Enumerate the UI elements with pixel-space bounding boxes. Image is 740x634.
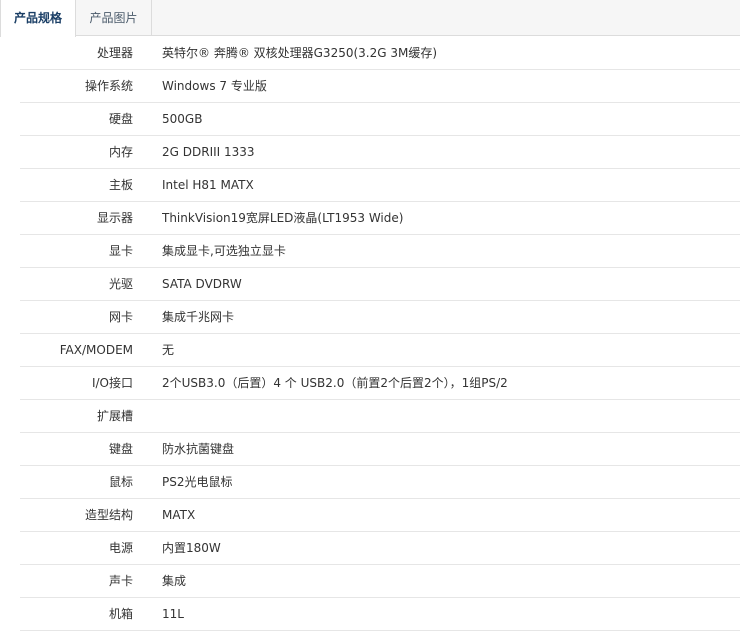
spec-row-optical-drive: 光驱 SATA DVDRW [20,268,740,301]
spec-label: 显卡 [108,244,133,258]
spec-value [162,400,732,432]
spec-value: 英特尔® 奔腾® 双核处理器G3250(3.2G 3M缓存) [162,46,438,60]
spec-label: 网卡 [108,310,133,324]
spec-label: 显示器 [96,211,133,225]
spec-row-keyboard: 键盘 防水抗菌键盘 [20,433,740,466]
spec-table: 处理器 英特尔® 奔腾® 双核处理器G3250(3.2G 3M缓存) 操作系统 … [20,37,740,631]
spec-label: 操作系统 [84,79,133,93]
spec-value: 2G DDRIII 1333 [162,145,255,159]
spec-row-cpu: 处理器 英特尔® 奔腾® 双核处理器G3250(3.2G 3M缓存) [20,37,740,70]
spec-row-graphics: 显卡 集成显卡,可选独立显卡 [20,235,740,268]
spec-row-power-supply: 电源 内置180W [20,532,740,565]
spec-row-display: 显示器 ThinkVision19宽屏LED液晶(LT1953 Wide) [20,202,740,235]
spec-row-io-ports: I/O接口 2个USB3.0（后置）4 个 USB2.0（前置2个后置2个），1… [20,367,740,400]
spec-label: 机箱 [108,607,133,621]
spec-value: 无 [162,343,175,357]
spec-row-expansion-slots: 扩展槽 [20,400,740,433]
spec-value: SATA DVDRW [162,277,242,291]
spec-value: 500GB [162,112,203,126]
spec-row-network: 网卡 集成千兆网卡 [20,301,740,334]
tab-product-specs[interactable]: 产品规格 [0,0,76,37]
spec-value: 集成千兆网卡 [162,310,235,324]
spec-value: 防水抗菌键盘 [162,442,235,456]
spec-label: 键盘 [108,442,133,456]
spec-label: 造型结构 [84,508,133,522]
spec-row-chassis: 机箱 11L [20,598,740,631]
spec-row-motherboard: 主板 Intel H81 MATX [20,169,740,202]
spec-row-mouse: 鼠标 PS2光电鼠标 [20,466,740,499]
spec-label: I/O接口 [91,376,133,390]
spec-label: 硬盘 [108,112,133,126]
tab-product-images[interactable]: 产品图片 [76,0,152,36]
spec-label: 电源 [108,541,133,555]
spec-value: Windows 7 专业版 [162,79,267,93]
spec-value: 内置180W [162,541,221,555]
spec-row-sound-card: 声卡 集成 [20,565,740,598]
spec-label: 声卡 [108,574,133,588]
spec-label: 内存 [108,145,133,159]
spec-value: 集成显卡,可选独立显卡 [162,244,286,258]
spec-value: 2个USB3.0（后置）4 个 USB2.0（前置2个后置2个），1组PS/2 [162,376,508,390]
spec-row-hdd: 硬盘 500GB [20,103,740,136]
spec-label: 光驱 [108,277,133,291]
spec-value: ThinkVision19宽屏LED液晶(LT1953 Wide) [162,211,404,225]
spec-row-form-factor: 造型结构 MATX [20,499,740,532]
tab-bar: 产品规格 产品图片 [0,0,740,37]
spec-row-os: 操作系统 Windows 7 专业版 [20,70,740,103]
spec-label: 主板 [108,178,133,192]
spec-label: FAX/MODEM [59,343,133,357]
spec-label: 扩展槽 [96,409,133,423]
spec-value: 集成 [162,574,187,588]
spec-row-memory: 内存 2G DDRIII 1333 [20,136,740,169]
spec-value: MATX [162,508,196,522]
spec-value: Intel H81 MATX [162,178,254,192]
spec-value: 11L [162,607,184,621]
spec-row-fax-modem: FAX/MODEM 无 [20,334,740,367]
spec-value: PS2光电鼠标 [162,475,233,489]
spec-label: 鼠标 [108,475,133,489]
spec-label: 处理器 [96,46,133,60]
